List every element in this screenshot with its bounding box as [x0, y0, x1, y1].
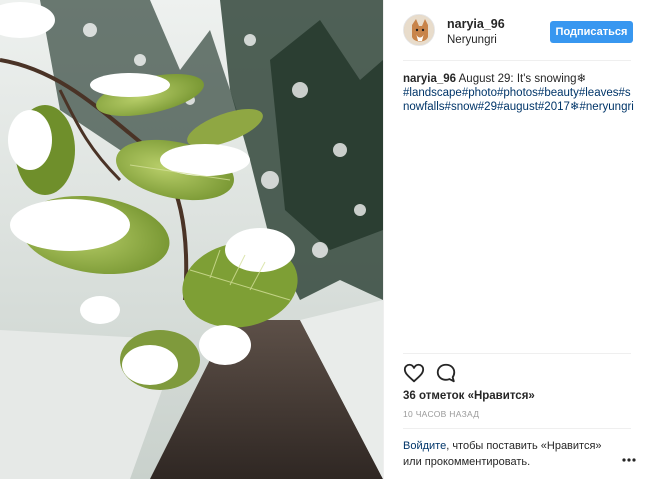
- post-actions: [403, 360, 633, 386]
- follow-button[interactable]: Подписаться: [550, 21, 633, 43]
- login-link[interactable]: Войдите: [403, 440, 446, 452]
- caption-text: August 29: It's snowing❄: [456, 73, 587, 85]
- avatar[interactable]: [403, 14, 435, 46]
- caption-hashtags[interactable]: #landscape#photo#photos#beauty#leaves#sn…: [403, 87, 634, 113]
- comment-prompt: Войдите, чтобы поставить «Нравится» или …: [403, 438, 623, 470]
- post-username[interactable]: naryia_96: [447, 17, 505, 31]
- instagram-post-view: naryia_96 Neryungri Подписаться naryia_9…: [0, 0, 650, 479]
- avatar-image: [404, 15, 434, 45]
- more-options-icon[interactable]: [622, 450, 636, 462]
- post-caption: naryia_96 August 29: It's snowing❄ #land…: [403, 72, 635, 114]
- post-location[interactable]: Neryungri: [447, 34, 497, 46]
- post-details-panel: naryia_96 Neryungri Подписаться naryia_9…: [383, 0, 650, 479]
- divider: [403, 353, 631, 354]
- heart-icon[interactable]: [403, 362, 425, 384]
- comment-icon[interactable]: [435, 362, 457, 384]
- likes-count[interactable]: 36 отметок «Нравится»: [403, 390, 535, 402]
- snowy-leaves-image: [0, 0, 383, 479]
- divider: [403, 428, 631, 429]
- post-timestamp[interactable]: 10 ЧАСОВ НАЗАД: [403, 409, 479, 419]
- post-photo[interactable]: [0, 0, 383, 479]
- post-header: naryia_96 Neryungri Подписаться: [384, 0, 650, 60]
- divider: [403, 60, 631, 61]
- caption-username[interactable]: naryia_96: [403, 73, 456, 85]
